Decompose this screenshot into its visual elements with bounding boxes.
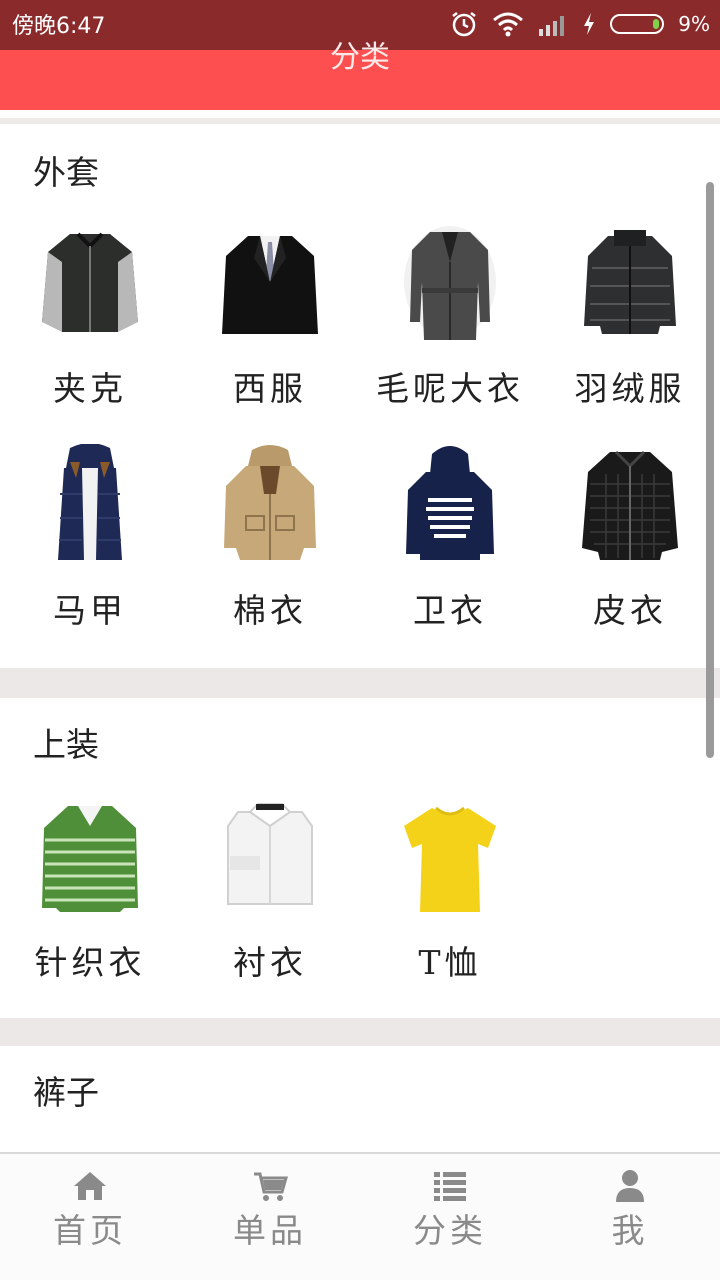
nav-me[interactable]: 我 — [540, 1154, 720, 1280]
category-item-suit[interactable]: 西服 — [180, 214, 360, 434]
category-label: 针织衣 — [34, 943, 146, 982]
down-jacket-icon — [584, 230, 676, 334]
jacket-icon — [42, 232, 138, 332]
section-title-tops: 上装 — [33, 725, 99, 764]
section-title-pants: 裤子 — [33, 1073, 99, 1112]
user-icon — [616, 1170, 644, 1202]
category-item-leather-jacket[interactable]: 皮衣 — [540, 436, 720, 656]
battery-icon — [610, 14, 665, 34]
category-item-jacket[interactable]: 夹克 — [0, 214, 180, 434]
app-header: 分类 — [0, 40, 720, 110]
nav-label: 我 — [611, 1211, 649, 1250]
nav-label: 单品 — [233, 1211, 307, 1250]
scrollbar[interactable] — [706, 182, 714, 758]
category-item-hoodie[interactable]: 卫衣 — [360, 436, 540, 656]
wool-coat-icon — [404, 226, 496, 340]
hoodie-icon — [406, 446, 494, 560]
category-label: 卫衣 — [413, 591, 487, 630]
category-item-wool-coat[interactable]: 毛呢大衣 — [360, 214, 540, 434]
nav-home[interactable]: 首页 — [0, 1154, 180, 1280]
category-item-tshirt[interactable]: T恤 — [360, 788, 540, 1008]
cotton-coat-icon — [224, 445, 316, 560]
shirt-icon — [227, 803, 313, 905]
category-label: 棉衣 — [233, 591, 307, 630]
nav-category[interactable]: 分类 — [360, 1154, 540, 1280]
section-title-outerwear: 外套 — [33, 153, 99, 192]
vest-icon — [58, 444, 122, 560]
category-item-cotton-coat[interactable]: 棉衣 — [180, 436, 360, 656]
home-icon — [74, 1172, 106, 1200]
category-list[interactable]: 外套 夹克 西服 毛呢大衣 羽绒服 马甲 棉衣 卫衣 皮衣 上装 针织衣 衬衣 … — [0, 124, 720, 1152]
category-label: 西服 — [233, 369, 307, 408]
category-label: T恤 — [418, 943, 482, 982]
category-item-knit-sweater[interactable]: 针织衣 — [0, 788, 180, 1008]
category-label: 衬衣 — [233, 943, 307, 982]
page-title: 分类 — [330, 40, 390, 75]
section-divider — [0, 668, 720, 698]
nav-products[interactable]: 单品 — [180, 1154, 360, 1280]
bottom-nav: 首页 单品 分类 我 — [0, 1152, 720, 1280]
knit-sweater-icon — [42, 806, 138, 912]
category-item-down-jacket[interactable]: 羽绒服 — [540, 214, 720, 434]
suit-icon — [222, 236, 318, 334]
category-label: 夹克 — [53, 369, 127, 408]
cart-icon — [254, 1172, 288, 1201]
category-label: 皮衣 — [593, 591, 667, 630]
leather-jacket-icon — [582, 450, 678, 560]
category-item-shirt[interactable]: 衬衣 — [180, 788, 360, 1008]
list-icon — [434, 1172, 466, 1201]
category-label: 马甲 — [53, 591, 127, 630]
nav-label: 分类 — [413, 1211, 487, 1250]
section-divider — [0, 1018, 720, 1046]
category-item-vest[interactable]: 马甲 — [0, 436, 180, 656]
nav-label: 首页 — [53, 1211, 127, 1250]
category-label: 羽绒服 — [574, 369, 686, 408]
category-label: 毛呢大衣 — [376, 369, 524, 408]
tshirt-icon — [404, 806, 496, 912]
